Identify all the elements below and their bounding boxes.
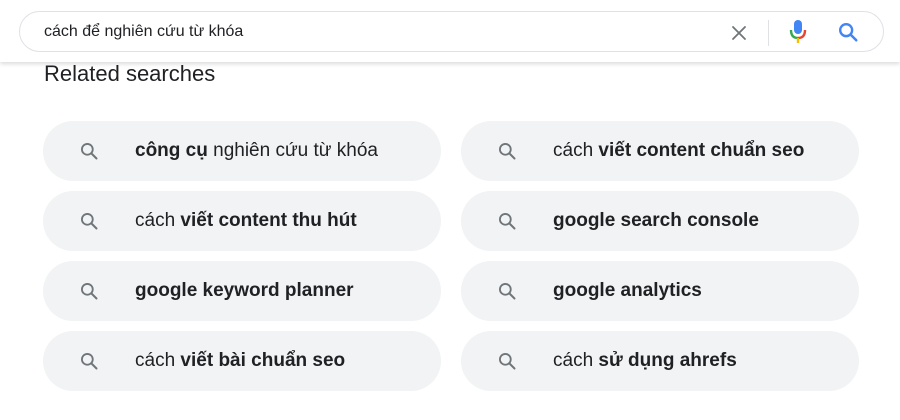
related-search-label: google analytics (553, 280, 702, 301)
search-icon (81, 353, 98, 370)
related-search-label: google search console (553, 210, 759, 231)
related-search-chip[interactable]: công cụ nghiên cứu từ khóa (43, 121, 441, 181)
search-icon (499, 213, 516, 230)
search-icon (81, 283, 98, 300)
clear-search-button[interactable] (726, 20, 752, 46)
related-search-chip[interactable]: google keyword planner (43, 261, 441, 321)
search-submit-button[interactable] (833, 18, 863, 46)
related-search-label: cách sử dụng ahrefs (553, 350, 737, 371)
search-icon (499, 353, 516, 370)
related-search-chip[interactable]: cách viết content chuẩn seo (461, 121, 859, 181)
search-box-divider (768, 20, 769, 46)
related-search-chip[interactable]: cách viết bài chuẩn seo (43, 331, 441, 391)
related-search-label: cách viết content thu hút (135, 210, 357, 231)
related-search-chip[interactable]: google analytics (461, 261, 859, 321)
microphone-icon (789, 20, 807, 43)
search-icon (839, 23, 858, 42)
related-searches-grid: công cụ nghiên cứu từ khóa cách viết con… (43, 121, 861, 391)
search-icon (81, 213, 98, 230)
related-search-label: công cụ nghiên cứu từ khóa (135, 140, 378, 161)
related-search-label: cách viết content chuẩn seo (553, 140, 805, 161)
voice-search-button[interactable] (784, 18, 812, 46)
search-box[interactable] (19, 11, 884, 52)
search-header (0, 0, 900, 62)
close-icon (732, 26, 746, 40)
related-search-label: cách viết bài chuẩn seo (135, 350, 346, 371)
related-search-chip[interactable]: cách sử dụng ahrefs (461, 331, 859, 391)
related-searches-title: Related searches (44, 61, 216, 86)
related-search-label: google keyword planner (135, 280, 354, 301)
search-icon (81, 143, 98, 160)
search-input[interactable] (44, 12, 704, 51)
related-search-chip[interactable]: cách viết content thu hút (43, 191, 441, 251)
search-icon (499, 283, 516, 300)
related-search-chip[interactable]: google search console (461, 191, 859, 251)
search-icon (499, 143, 516, 160)
